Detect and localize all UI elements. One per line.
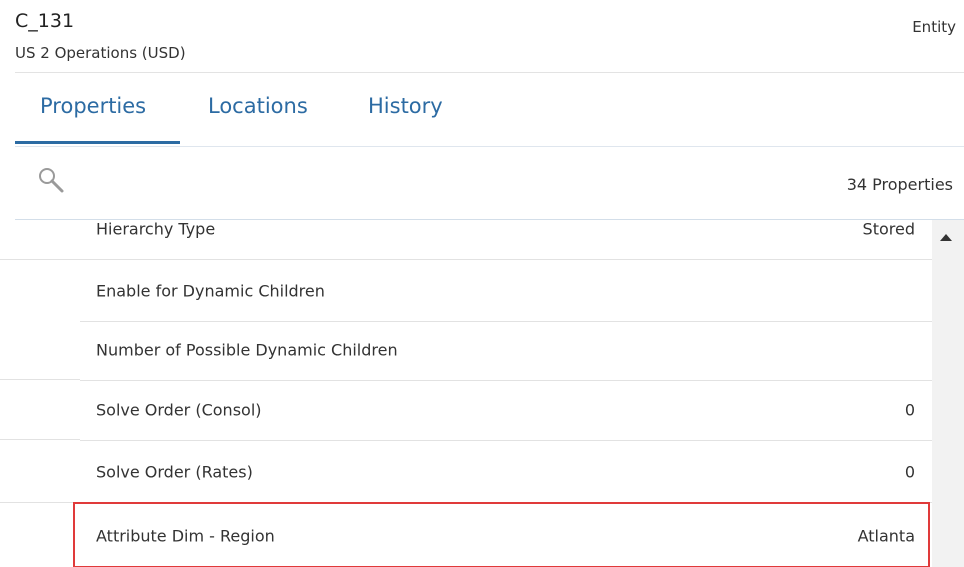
vertical-scrollbar[interactable] bbox=[932, 220, 964, 567]
scroll-up-arrow-icon[interactable] bbox=[940, 234, 952, 241]
tabs-divider bbox=[15, 146, 964, 147]
property-list: Hierarchy Type Stored Enable for Dynamic… bbox=[0, 220, 932, 567]
member-name: C_131 bbox=[15, 10, 75, 32]
left-divider bbox=[0, 502, 80, 503]
property-row-enable-dynamic-children[interactable]: Enable for Dynamic Children bbox=[0, 260, 932, 322]
left-divider bbox=[0, 379, 80, 380]
property-label: Number of Possible Dynamic Children bbox=[96, 340, 398, 360]
property-label: Solve Order (Rates) bbox=[96, 462, 253, 482]
magnifier-icon bbox=[39, 168, 64, 193]
property-value: 0 bbox=[904, 462, 915, 482]
property-value: Stored bbox=[862, 220, 915, 239]
property-row-solve-order-rates[interactable]: Solve Order (Rates) 0 bbox=[0, 441, 932, 503]
property-row-attribute-region[interactable]: Attribute Dim - Region Atlanta bbox=[0, 504, 932, 567]
active-tab-indicator bbox=[15, 141, 180, 144]
left-divider bbox=[0, 259, 80, 260]
member-description: US 2 Operations (USD) bbox=[15, 44, 186, 62]
member-inspector: C_131 US 2 Operations (USD) Entity Prope… bbox=[0, 0, 964, 567]
property-row-hierarchy-type[interactable]: Hierarchy Type Stored bbox=[0, 220, 932, 260]
property-label: Attribute Dim - Region bbox=[96, 526, 275, 545]
property-label: Solve Order (Consol) bbox=[96, 400, 262, 420]
property-label: Hierarchy Type bbox=[96, 220, 216, 239]
property-row-number-dynamic-children[interactable]: Number of Possible Dynamic Children bbox=[0, 319, 932, 381]
tab-history[interactable]: History bbox=[368, 94, 443, 118]
tab-bar: Properties Locations History bbox=[15, 73, 964, 145]
row-divider bbox=[80, 502, 932, 503]
property-value: 0 bbox=[904, 400, 915, 420]
tab-properties[interactable]: Properties bbox=[40, 94, 146, 118]
left-divider bbox=[0, 439, 80, 440]
property-label: Enable for Dynamic Children bbox=[96, 281, 325, 301]
property-row-solve-order-consol[interactable]: Solve Order (Consol) 0 bbox=[0, 379, 932, 441]
search-button[interactable] bbox=[36, 166, 70, 196]
property-value: Atlanta bbox=[857, 526, 915, 545]
dimension-type-label: Entity bbox=[912, 18, 956, 36]
properties-count: 34 Properties bbox=[846, 175, 953, 194]
tab-locations[interactable]: Locations bbox=[208, 94, 308, 118]
